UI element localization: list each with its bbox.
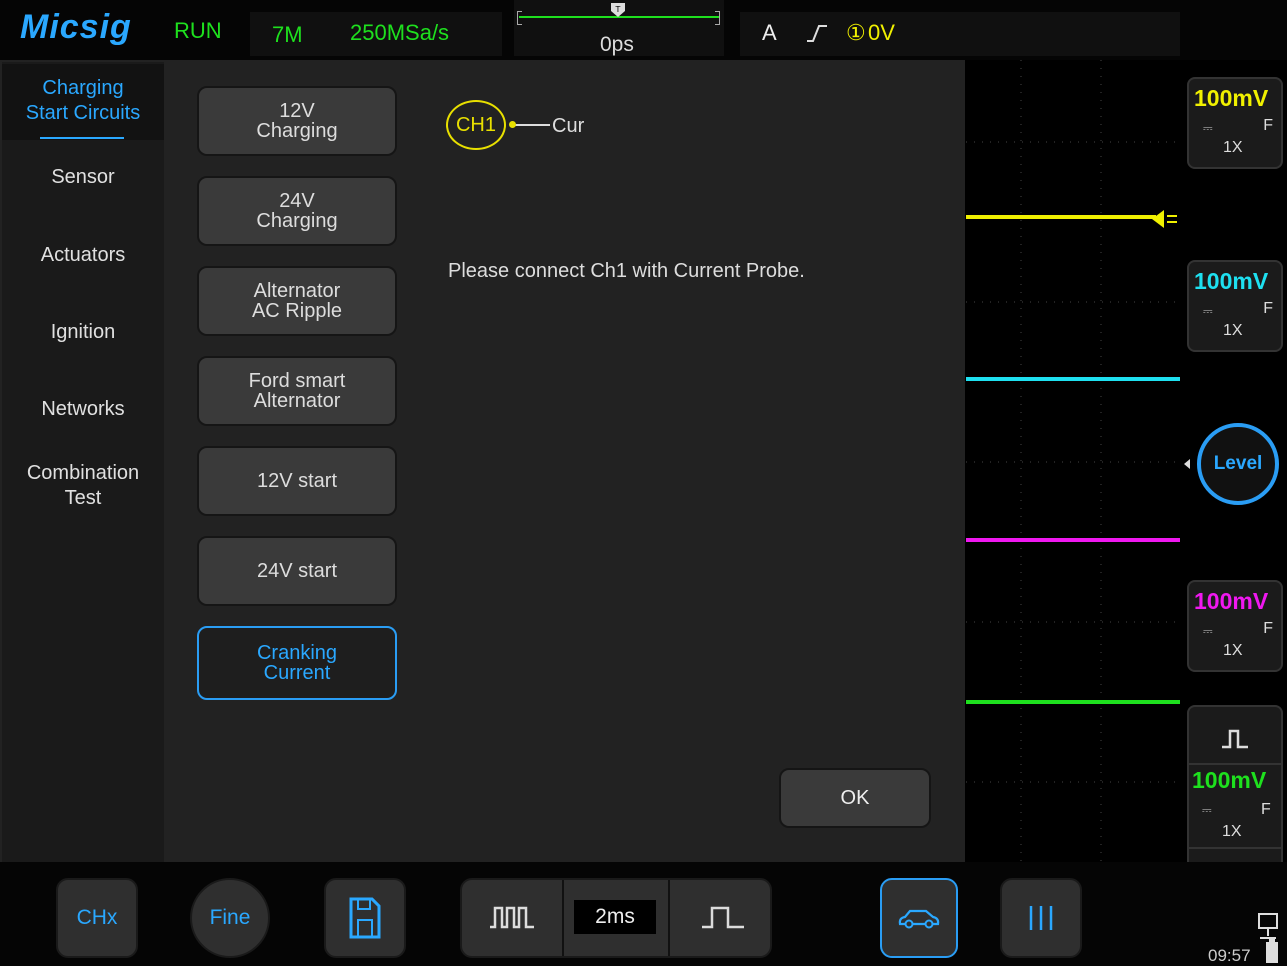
test-24v-charging-button[interactable]: 24V Charging (197, 176, 397, 246)
nav-item-ignition[interactable]: Ignition (2, 320, 164, 345)
battery-icon (1266, 939, 1278, 963)
ch2-probe: 1X (1223, 322, 1243, 339)
ch3-filter: F (1263, 620, 1273, 637)
trigger-source-mode: A (762, 20, 777, 45)
test-12v-charging-button[interactable]: 12V Charging (197, 86, 397, 156)
sample-rate[interactable]: 250MSa/s (350, 20, 449, 46)
trigger-level-value: 0V (868, 20, 895, 45)
car-icon (898, 909, 940, 929)
ch1-probe: 1X (1223, 139, 1243, 156)
time-offset: 0ps (600, 33, 634, 56)
nav-item-actuators[interactable]: Actuators (2, 243, 164, 268)
timeline-left-bracket (517, 11, 522, 25)
probe-connection-dot (509, 121, 516, 128)
timebase-decrease-icon[interactable] (488, 904, 536, 930)
nav-item-sensor[interactable]: Sensor (2, 165, 164, 190)
ch3-scale-panel[interactable]: 100mV ⎓ F 1X (1187, 580, 1283, 672)
timebase-divider (668, 880, 670, 956)
ch1-filter: F (1263, 117, 1273, 134)
test-24v-start-button[interactable]: 24V start (197, 536, 397, 606)
ch3-scale: 100mV (1194, 588, 1269, 614)
save-icon (349, 897, 381, 939)
timebase-divider (562, 880, 564, 956)
timeline-right-bracket (715, 11, 720, 25)
level-knob[interactable]: Level (1197, 423, 1279, 505)
trigger-position-marker-icon: T (611, 3, 625, 17)
system-clock: 09:57 (1208, 946, 1251, 965)
trigger-level-arrow-icon[interactable] (1150, 207, 1180, 231)
pulse-icon[interactable] (1220, 728, 1250, 750)
run-status[interactable]: RUN (174, 18, 222, 44)
ch1-scale: 100mV (1194, 85, 1269, 111)
trigger-channel-icon: ① (846, 20, 866, 45)
ch1-connection-badge: CH1 (446, 100, 506, 150)
auto-test-button[interactable] (880, 878, 958, 958)
level-pointer-icon (1184, 459, 1190, 469)
brand-logo: Micsig (20, 8, 132, 46)
nav-active-underline (40, 137, 124, 139)
fine-button[interactable]: Fine (190, 878, 270, 958)
ch4-probe: 1X (1222, 823, 1242, 840)
connection-instruction: Please connect Ch1 with Current Probe. (448, 260, 805, 282)
ch3-probe: 1X (1223, 642, 1243, 659)
probe-type-label: Cur (552, 115, 585, 137)
ch4-filter: F (1261, 801, 1271, 818)
ch2-scale: 100mV (1194, 268, 1269, 294)
ok-button[interactable]: OK (779, 768, 931, 828)
ch4-divider-top (1189, 763, 1281, 765)
test-cranking-current-button[interactable]: Cranking Current (197, 626, 397, 700)
nav-item-networks[interactable]: Networks (2, 397, 164, 422)
cursor-button[interactable] (1000, 878, 1082, 958)
timebase-value[interactable]: 2ms (574, 900, 656, 934)
probe-connection-line (510, 124, 550, 126)
memory-depth[interactable]: 7M (272, 22, 303, 48)
ch1-scale-panel[interactable]: 100mV ⎓ F 1X (1187, 77, 1283, 169)
ch4-divider-bottom (1189, 847, 1281, 849)
chx-button[interactable]: CHx (56, 878, 138, 958)
nav-item-charging-start-circuits[interactable]: Charging Start Circuits (2, 64, 164, 140)
dc-coupling-icon: ⎓ (1203, 121, 1213, 135)
rising-edge-icon (807, 25, 827, 42)
save-button[interactable] (324, 878, 406, 958)
test-alternator-ac-ripple-button[interactable]: Alternator AC Ripple (197, 266, 397, 336)
ch2-filter: F (1263, 300, 1273, 317)
dc-coupling-icon: ⎓ (1202, 803, 1212, 817)
test-12v-start-button[interactable]: 12V start (197, 446, 397, 516)
svg-text:T: T (615, 5, 621, 14)
grid-dots (966, 60, 1180, 862)
test-ford-smart-alternator-button[interactable]: Ford smart Alternator (197, 356, 397, 426)
nav-item-combination-test[interactable]: Combination Test (2, 461, 164, 511)
dc-coupling-icon: ⎓ (1203, 624, 1213, 638)
ch4-scale: 100mV (1192, 767, 1267, 793)
dc-coupling-icon: ⎓ (1203, 304, 1213, 318)
cursor-lines-icon (1029, 906, 1053, 930)
timebase-increase-icon[interactable] (700, 904, 746, 930)
ch2-scale-panel[interactable]: 100mV ⎓ F 1X (1187, 260, 1283, 352)
waveform-display[interactable] (966, 60, 1180, 862)
